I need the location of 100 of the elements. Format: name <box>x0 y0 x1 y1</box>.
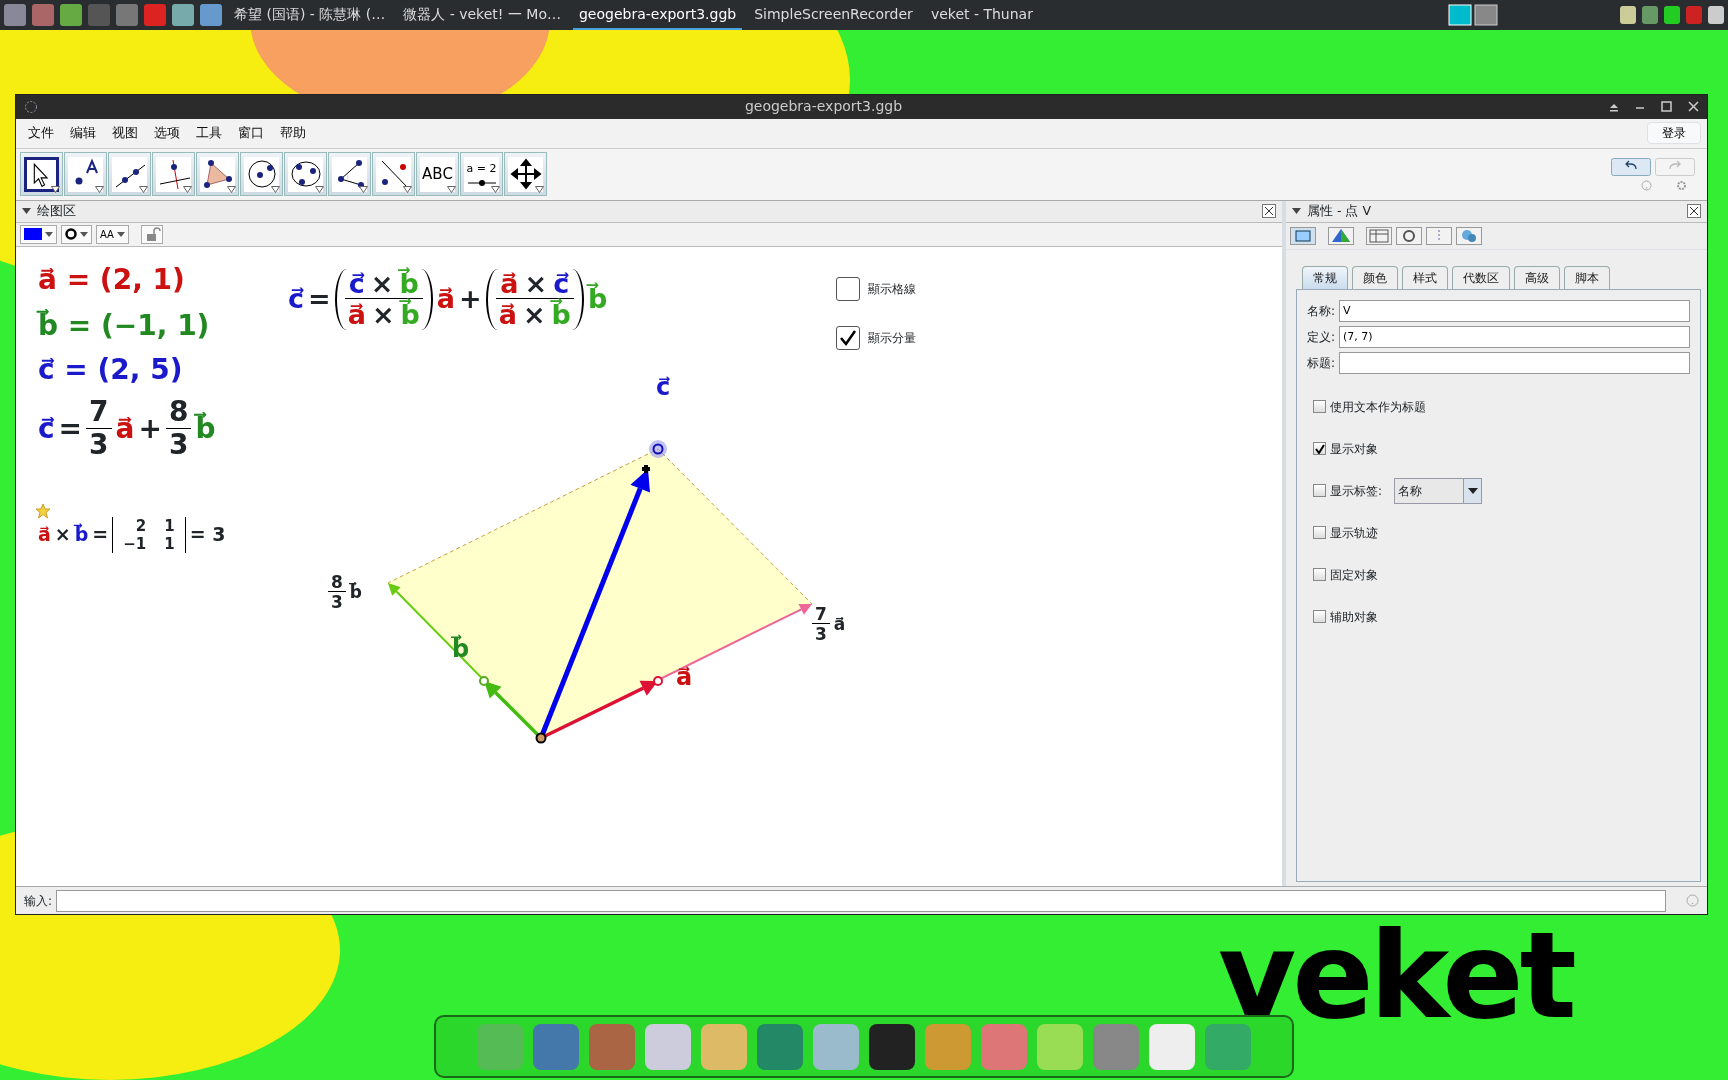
tool-button[interactable]: ABC <box>416 152 459 197</box>
caret-icon[interactable] <box>80 231 88 237</box>
app-icon <box>24 99 38 114</box>
math-formula: b⃗ = (−1, 1) <box>38 307 210 344</box>
taskbar-task[interactable]: veket - Thunar <box>924 0 1039 30</box>
caret-icon[interactable] <box>51 186 60 194</box>
point-marker[interactable] <box>653 675 663 686</box>
point-marker[interactable] <box>649 439 667 458</box>
property-section-icon[interactable] <box>1366 226 1392 245</box>
checkbox[interactable] <box>1313 526 1326 540</box>
math-formula: c⃗ = (2, 5) <box>38 351 183 388</box>
point-marker[interactable] <box>535 732 547 744</box>
checkbox[interactable] <box>1313 568 1326 582</box>
dock-app-icon[interactable] <box>869 1023 915 1070</box>
tool-button[interactable] <box>20 152 63 197</box>
caret-icon[interactable] <box>1467 487 1478 494</box>
field-label: 定义: <box>1307 328 1336 346</box>
window-title: geogebra-export3.ggb <box>744 98 903 115</box>
caret-icon[interactable] <box>447 186 456 194</box>
caret-icon[interactable] <box>403 186 412 194</box>
close-icon[interactable] <box>1262 204 1276 219</box>
caret-icon[interactable] <box>491 186 500 194</box>
collapse-icon[interactable] <box>22 208 31 215</box>
point-marker[interactable] <box>479 675 489 686</box>
circle-icon[interactable] <box>65 228 77 241</box>
checkbox[interactable] <box>1313 442 1326 456</box>
caret-icon[interactable] <box>227 186 236 194</box>
caret-icon[interactable] <box>271 186 280 194</box>
property-section-icon[interactable] <box>1328 226 1354 245</box>
input-field[interactable] <box>56 889 1666 912</box>
property-section-icon[interactable] <box>1290 226 1316 245</box>
caret-icon[interactable] <box>315 186 324 194</box>
move-arrows-icon <box>508 157 543 192</box>
tool-button[interactable] <box>64 152 107 197</box>
tab[interactable]: 高级 <box>1514 265 1560 289</box>
taskbar-task[interactable]: SimpleScreenRecorder <box>748 0 919 30</box>
login-button[interactable]: 登录 <box>1647 122 1701 145</box>
tool-button[interactable] <box>240 152 283 197</box>
caret-icon[interactable] <box>139 186 148 194</box>
text-size-picker[interactable]: AA <box>96 224 129 244</box>
checkbox[interactable] <box>1313 484 1326 498</box>
taskbar-task[interactable]: geogebra-export3.ggb <box>572 0 743 30</box>
checkbox-label: 顯示分量 <box>868 329 916 347</box>
star-icon[interactable] <box>35 502 51 519</box>
tab[interactable]: 颜色 <box>1352 265 1398 289</box>
property-section-icon[interactable] <box>1396 226 1422 245</box>
vector-label: b⃗ <box>452 633 470 665</box>
text-field[interactable]: V <box>1339 299 1690 322</box>
close-icon[interactable] <box>1687 204 1701 219</box>
tool-button[interactable] <box>108 152 151 197</box>
tool-button[interactable]: a = 2 <box>460 152 503 197</box>
menu-item[interactable]: 工具 <box>190 122 228 145</box>
caret-icon[interactable] <box>95 186 104 194</box>
lock-icon[interactable] <box>140 224 163 244</box>
tool-button[interactable] <box>196 152 239 197</box>
checkbox[interactable] <box>1313 400 1326 414</box>
undo-icon[interactable] <box>1611 157 1651 176</box>
text-field[interactable]: (7, 7) <box>1339 325 1690 348</box>
checkbox-label: 显示标签: <box>1330 482 1383 500</box>
checkbox[interactable] <box>836 276 860 301</box>
color-swatch[interactable] <box>24 228 42 241</box>
caret-icon[interactable] <box>45 231 53 237</box>
caret-icon[interactable] <box>535 186 544 194</box>
menu-item[interactable]: 帮助 <box>274 122 312 145</box>
input-label: 输入: <box>24 892 53 910</box>
checkbox-label: 顯示格線 <box>868 280 916 298</box>
shade-icon[interactable] <box>1609 101 1619 112</box>
text-field[interactable] <box>1339 351 1690 374</box>
tool-button[interactable] <box>152 152 195 197</box>
menu-item[interactable]: 窗口 <box>232 122 270 145</box>
math-formula: a⃗ × b⃗ = 2 1 −1 1 = 3 <box>38 516 226 553</box>
tab[interactable]: 代数区 <box>1452 265 1510 289</box>
property-section-icon[interactable] <box>1456 226 1482 245</box>
menu-item[interactable]: 文件 <box>22 122 60 145</box>
dropdown[interactable]: 名称 <box>1394 477 1483 504</box>
tool-button[interactable] <box>504 152 547 197</box>
close-icon[interactable] <box>1688 101 1699 113</box>
math-formula: c⃗= c⃗ × b⃗ a⃗ × b⃗ a⃗+ a⃗ × c⃗ a⃗ × b⃗ b⃗ <box>288 268 608 331</box>
menu-item[interactable]: 视图 <box>106 122 144 145</box>
caret-icon[interactable] <box>116 231 125 237</box>
caret-icon[interactable] <box>359 186 368 194</box>
checkbox-label: 辅助对象 <box>1330 608 1378 626</box>
taskbar-task[interactable]: 微器人 - veket! 一 Mo… <box>397 0 567 30</box>
maximize-icon[interactable] <box>1661 101 1672 113</box>
vector-label: c⃗ <box>656 371 671 403</box>
menu-item[interactable]: 编辑 <box>64 122 102 145</box>
taskbar-task[interactable]: 希望 (国语) - 陈慧琳 (… <box>228 0 392 30</box>
tab[interactable]: 常规 <box>1302 265 1348 289</box>
tab[interactable]: 样式 <box>1402 265 1448 289</box>
tab[interactable]: 脚本 <box>1564 265 1610 289</box>
menu-item[interactable]: 选项 <box>148 122 186 145</box>
tool-button[interactable] <box>372 152 415 197</box>
checkbox[interactable] <box>836 325 860 350</box>
workspace-switcher[interactable] <box>1448 4 1498 26</box>
tool-button[interactable] <box>328 152 371 197</box>
checkbox[interactable] <box>1313 610 1326 624</box>
tool-button[interactable] <box>284 152 327 197</box>
settings-icon[interactable] <box>1676 179 1687 191</box>
collapse-icon[interactable] <box>1292 208 1301 215</box>
caret-icon[interactable] <box>183 186 192 194</box>
